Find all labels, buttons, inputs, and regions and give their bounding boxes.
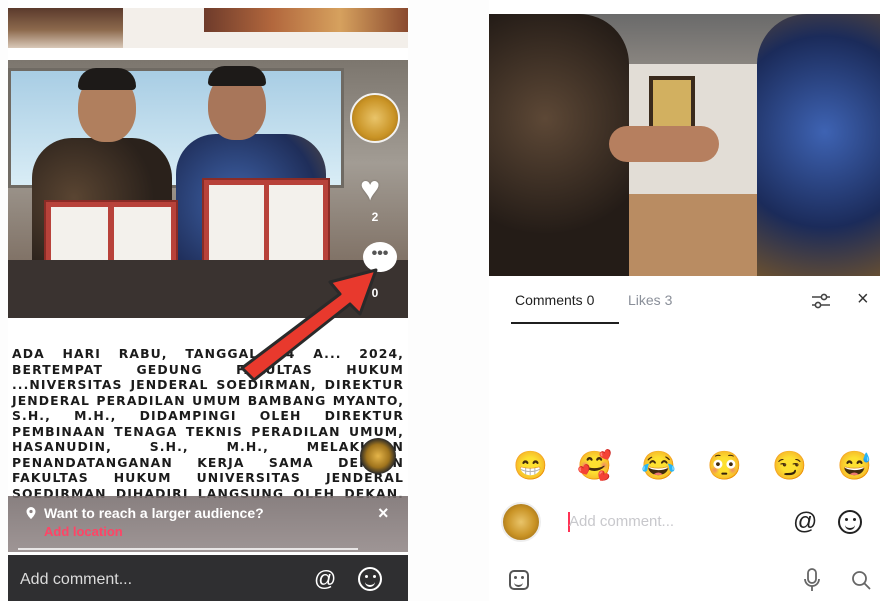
emoji-button[interactable]: 😏 (772, 448, 807, 484)
photo-person-right-hair (208, 66, 266, 86)
close-icon[interactable]: × (378, 503, 389, 524)
photo-person-left-hair (78, 68, 136, 90)
right-phone-screen: Comments 0 Likes 3 × 😁 🥰 😂 😳 😏 😅 Add com… (489, 0, 880, 601)
avatar (501, 502, 541, 542)
photo-person-right (757, 14, 880, 276)
photo-wall-frame (649, 76, 695, 132)
video-progress-bar[interactable] (18, 548, 358, 550)
red-arrow-annotation (240, 268, 378, 382)
comment-bar: Add comment... @ (8, 555, 408, 601)
post-photo[interactable] (489, 14, 880, 276)
heart-icon[interactable]: ♥ (360, 172, 380, 206)
sticker-icon[interactable] (509, 570, 529, 590)
author-avatar[interactable] (350, 93, 400, 143)
location-prompt-title: Want to reach a larger audience? (44, 505, 264, 521)
active-tab-indicator (511, 322, 619, 324)
emoji-icon[interactable] (358, 567, 382, 591)
emoji-button[interactable]: 😁 (513, 448, 548, 484)
comment-input-row: Add comment... @ (489, 496, 880, 548)
emoji-icon[interactable] (838, 510, 862, 534)
previous-post-strip (8, 8, 408, 48)
close-icon[interactable]: × (857, 288, 869, 311)
previous-photo-thumb (204, 8, 408, 32)
emoji-button[interactable]: 😅 (837, 448, 872, 484)
emoji-button[interactable]: 😳 (707, 448, 742, 484)
comments-sheet-header: Comments 0 Likes 3 × (489, 276, 880, 328)
search-icon[interactable] (851, 570, 871, 590)
location-pin-icon (26, 507, 36, 519)
add-comment-input[interactable]: Add comment... (20, 571, 132, 589)
tab-likes[interactable]: Likes 3 (628, 292, 672, 308)
filter-icon[interactable] (811, 292, 831, 310)
emoji-button[interactable]: 😂 (641, 448, 676, 484)
previous-photo-thumb (8, 8, 123, 48)
screenshot-composite: ♥ 2 ••• 0 ADA HARI RABU, TANGGAL 24 A...… (0, 0, 880, 601)
at-icon[interactable]: @ (793, 508, 817, 536)
microphone-icon[interactable] (804, 568, 820, 592)
add-location-link[interactable]: Add location (44, 524, 123, 539)
like-count: 2 (371, 210, 379, 224)
photo-handshake (609, 126, 719, 162)
left-phone-screen: ♥ 2 ••• 0 ADA HARI RABU, TANGGAL 24 A...… (8, 0, 408, 601)
photo-person-left (489, 14, 629, 276)
emoji-button[interactable]: 🥰 (577, 448, 612, 484)
comment-toolbar (489, 560, 880, 601)
at-icon[interactable]: @ (314, 566, 336, 592)
location-prompt: Want to reach a larger audience? Add loc… (8, 496, 408, 552)
music-disc-icon[interactable] (360, 438, 396, 474)
quick-emoji-row: 😁 🥰 😂 😳 😏 😅 (489, 448, 880, 488)
tab-comments[interactable]: Comments 0 (515, 292, 594, 308)
add-comment-input[interactable]: Add comment... (569, 513, 674, 530)
